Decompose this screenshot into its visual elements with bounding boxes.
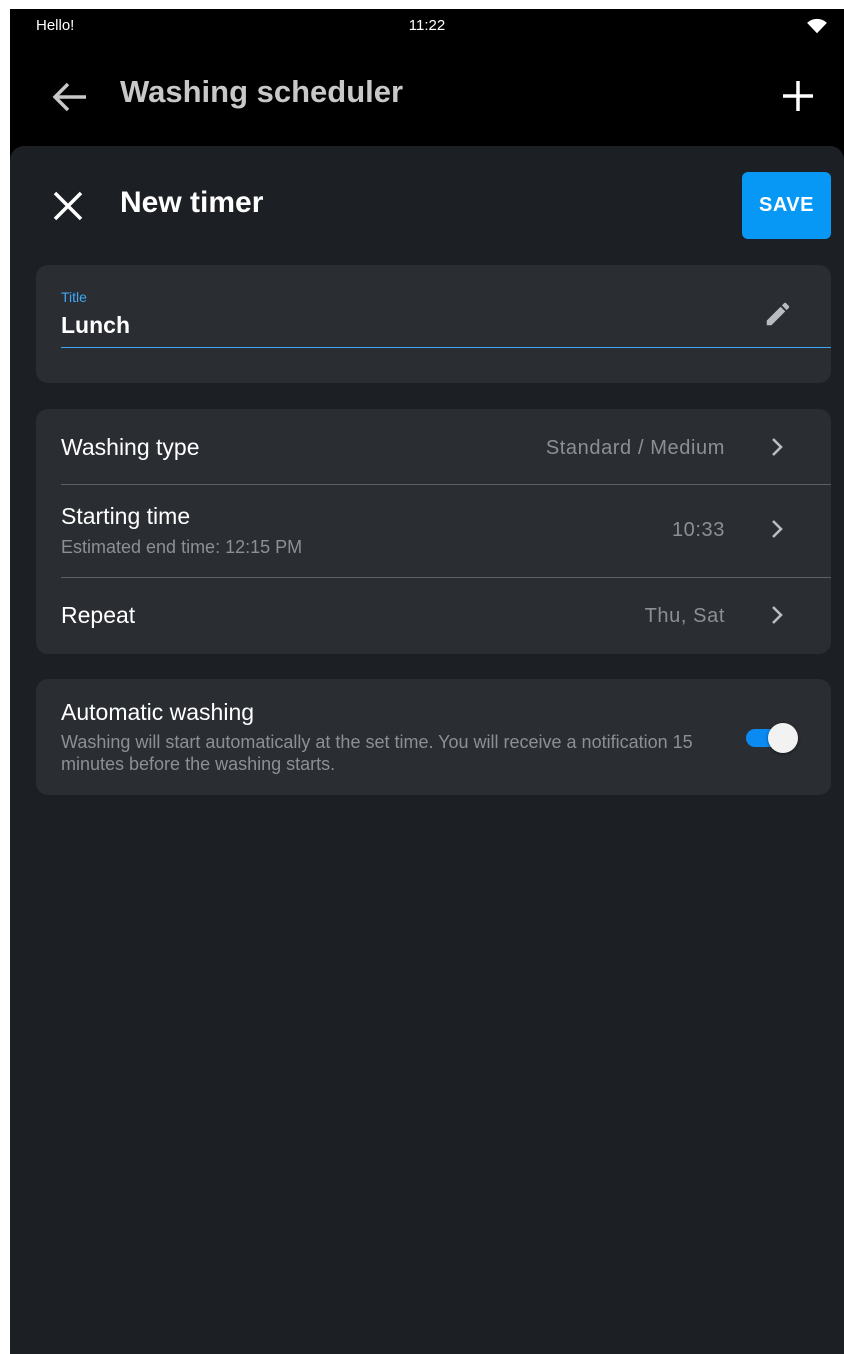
chevron-right-icon xyxy=(772,520,783,538)
starting-time-row[interactable]: Starting time Estimated end time: 12:15 … xyxy=(36,485,831,577)
toggle-thumb xyxy=(768,723,798,753)
plus-icon[interactable] xyxy=(778,76,818,116)
repeat-label: Repeat xyxy=(61,602,136,628)
status-bar: Hello! 11:22 xyxy=(10,9,844,49)
starting-time-label: Starting time xyxy=(61,503,191,529)
washing-type-value: Standard / Medium xyxy=(545,437,725,459)
new-timer-sheet: New timer SAVE Title Lunch Washing type … xyxy=(10,146,844,1354)
pencil-icon[interactable] xyxy=(763,299,793,329)
washing-type-label: Washing type xyxy=(61,434,200,460)
title-input[interactable]: Lunch xyxy=(61,312,130,339)
automatic-washing-card: Automatic washing Washing will start aut… xyxy=(36,679,831,795)
estimated-end-time: Estimated end time: 12:15 PM xyxy=(61,537,303,557)
repeat-row[interactable]: Repeat Thu, Sat xyxy=(36,578,831,654)
status-time: 11:22 xyxy=(408,17,446,34)
washing-type-row[interactable]: Washing type Standard / Medium xyxy=(36,409,831,484)
title-input-underline xyxy=(61,347,831,348)
automatic-washing-description: Washing will start automatically at the … xyxy=(61,732,693,774)
sheet-title: New timer xyxy=(120,186,264,219)
title-field-label: Title xyxy=(61,289,87,305)
save-button[interactable]: SAVE xyxy=(742,172,831,239)
starting-time-value: 10:33 xyxy=(671,519,725,541)
repeat-value: Thu, Sat xyxy=(644,605,725,627)
settings-card: Washing type Standard / Medium Starting … xyxy=(36,409,831,654)
close-icon[interactable] xyxy=(50,188,86,224)
wifi-icon xyxy=(807,18,827,34)
app-bar: Washing scheduler xyxy=(10,49,844,145)
title-field-card[interactable]: Title Lunch xyxy=(36,265,831,383)
arrow-left-icon[interactable] xyxy=(50,77,90,117)
automatic-washing-toggle[interactable] xyxy=(746,723,798,753)
automatic-washing-title: Automatic washing xyxy=(61,699,255,725)
chevron-right-icon xyxy=(772,438,783,456)
device-screen: Hello! 11:22 Washing scheduler New timer… xyxy=(10,9,844,1354)
chevron-right-icon xyxy=(772,606,783,624)
app-title: Washing scheduler xyxy=(120,74,404,109)
